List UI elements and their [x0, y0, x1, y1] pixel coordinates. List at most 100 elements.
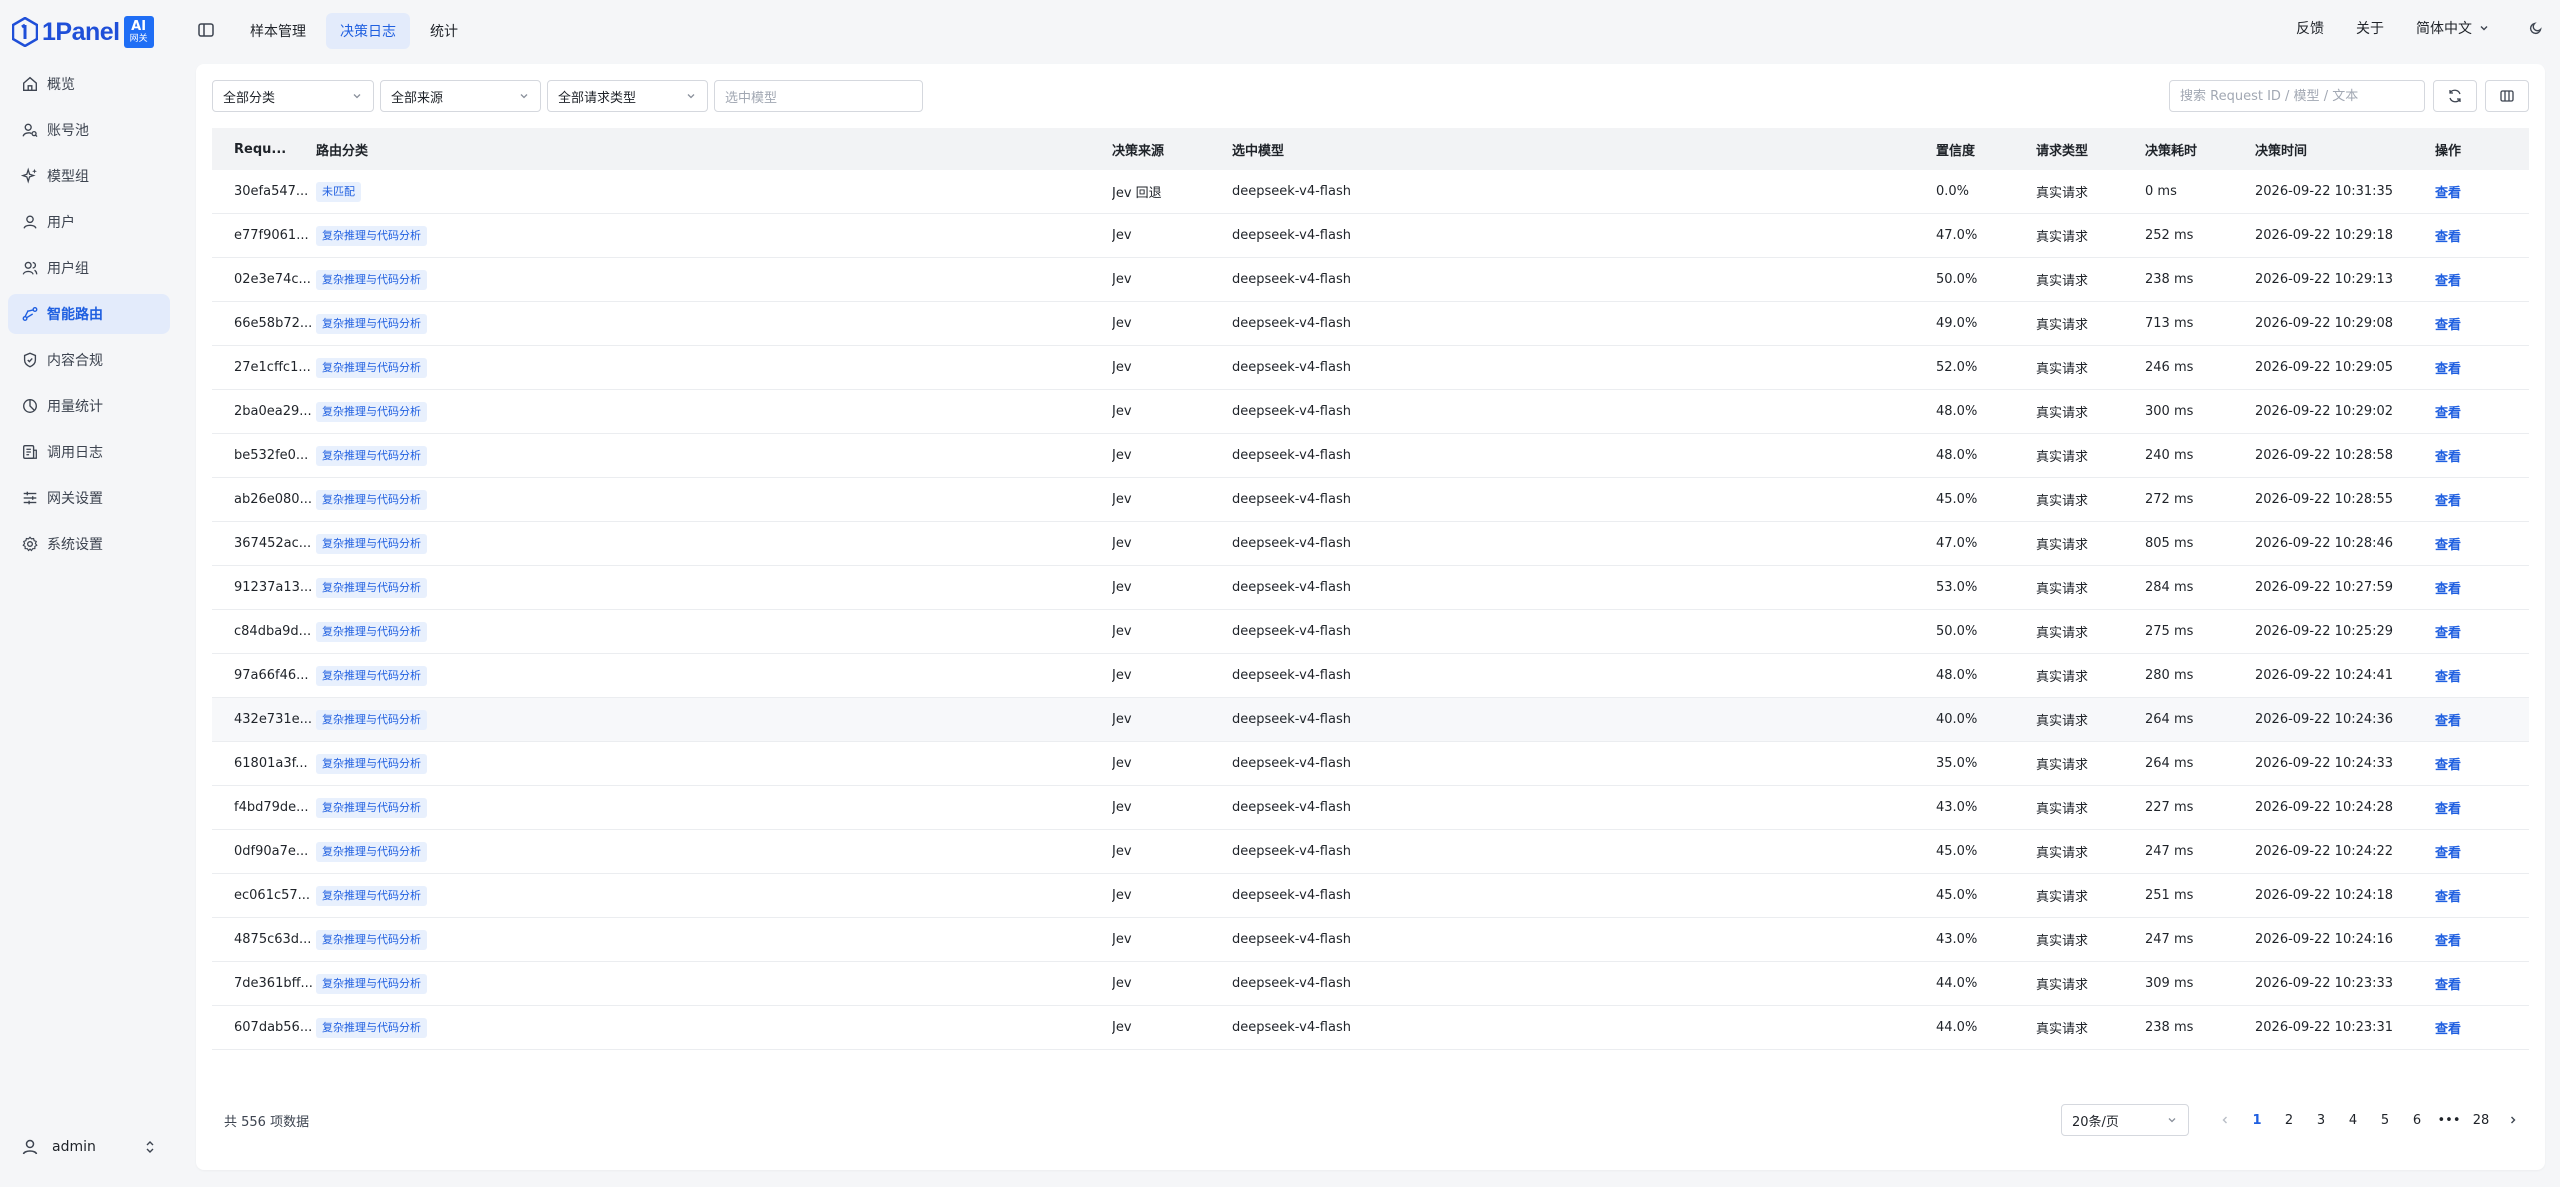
sliders-icon — [21, 489, 39, 507]
feedback-link[interactable]: 反馈 — [2296, 18, 2324, 38]
view-link[interactable]: 查看 — [2435, 758, 2461, 773]
request-type-filter[interactable]: 全部请求类型 — [547, 80, 708, 112]
sidebar-item[interactable]: 用量统计 — [8, 386, 170, 426]
table-row[interactable]: 432e731e... 复杂推理与代码分析 Jev deepseek-v4-flash… — [212, 698, 2529, 742]
view-link[interactable]: 查看 — [2435, 670, 2461, 685]
table-row[interactable]: e77f9061... 复杂推理与代码分析 Jev deepseek-v4-flash… — [212, 214, 2529, 258]
view-link[interactable]: 查看 — [2435, 714, 2461, 729]
view-link[interactable]: 查看 — [2435, 626, 2461, 641]
duration-cell-text: 805 ms — [2145, 536, 2194, 551]
table-row[interactable]: 97a66f46... 复杂推理与代码分析 Jev deepseek-v4-flash… — [212, 654, 2529, 698]
request-type-cell-text: 真实请求 — [2036, 450, 2089, 465]
header-tab[interactable]: 统计 — [416, 13, 472, 49]
view-link[interactable]: 查看 — [2435, 846, 2461, 861]
view-link[interactable]: 查看 — [2435, 494, 2461, 509]
category-cell: 复杂推理与代码分析 — [316, 401, 1112, 422]
view-link[interactable]: 查看 — [2435, 1022, 2461, 1037]
request-type-cell: 真实请求 — [2036, 358, 2145, 377]
about-link[interactable]: 关于 — [2356, 18, 2384, 38]
theme-toggle[interactable] — [2522, 20, 2544, 36]
table-row[interactable]: 27e1cffc1... 复杂推理与代码分析 Jev deepseek-v4-flas… — [212, 346, 2529, 390]
sidebar-toggle-icon[interactable] — [196, 20, 216, 40]
table-row[interactable]: 2ba0ea29... 复杂推理与代码分析 Jev deepseek-v4-flash… — [212, 390, 2529, 434]
request-id-cell: f4bd79de... — [212, 800, 316, 815]
sidebar-item[interactable]: 用户组 — [8, 248, 170, 288]
table-row[interactable]: 7de361bff... 复杂推理与代码分析 Jev deepseek-v4-flas… — [212, 962, 2529, 1006]
settings-icon — [21, 535, 39, 553]
table-row[interactable]: 0df90a7e... 复杂推理与代码分析 Jev deepseek-v4-flash… — [212, 830, 2529, 874]
col-category: 路由分类 — [316, 143, 369, 159]
source-cell: Jev — [1112, 404, 1232, 419]
sidebar-item[interactable]: 模型组 — [8, 156, 170, 196]
category-filter[interactable]: 全部分类 — [212, 80, 374, 112]
user-menu[interactable]: admin — [8, 1127, 170, 1167]
sidebar-item[interactable]: 概览 — [8, 64, 170, 104]
page-button[interactable]: 5 — [2369, 1104, 2401, 1136]
model-cell: deepseek-v4-flash — [1232, 492, 1936, 507]
table-row[interactable]: 66e58b72... 复杂推理与代码分析 Jev deepseek-v4-flash… — [212, 302, 2529, 346]
page-size-select[interactable]: 20条/页 — [2061, 1104, 2189, 1136]
page-button[interactable]: 28 — [2465, 1104, 2497, 1136]
page-button[interactable]: 3 — [2305, 1104, 2337, 1136]
table-row[interactable]: f4bd79de... 复杂推理与代码分析 Jev deepseek-v4-flash… — [212, 786, 2529, 830]
sidebar-item[interactable]: 网关设置 — [8, 478, 170, 518]
time-cell-text: 2026-09-22 10:24:36 — [2255, 712, 2394, 727]
table-row[interactable]: ab26e080... 复杂推理与代码分析 Jev deepseek-v4-flash… — [212, 478, 2529, 522]
sidebar-item[interactable]: 账号池 — [8, 110, 170, 150]
app-logo[interactable]: 1Panel AI 网关 — [12, 12, 154, 52]
header-tab[interactable]: 决策日志 — [326, 13, 410, 49]
source-cell-text: Jev — [1112, 580, 1132, 595]
model-cell: deepseek-v4-flash — [1232, 844, 1936, 859]
sidebar-item-label: 系统设置 — [47, 537, 103, 553]
table-row[interactable]: 30efa547... 未匹配 Jev 回退 deepseek-v4-flash 0.0… — [212, 170, 2529, 214]
view-link[interactable]: 查看 — [2435, 934, 2461, 949]
table-row[interactable]: ec061c57... 复杂推理与代码分析 Jev deepseek-v4-flash… — [212, 874, 2529, 918]
page-button[interactable]: 1 — [2241, 1104, 2273, 1136]
refresh-button[interactable] — [2433, 80, 2477, 112]
sidebar-item[interactable]: 用户 — [8, 202, 170, 242]
sidebar-item[interactable]: 系统设置 — [8, 524, 170, 564]
next-page-button[interactable] — [2497, 1104, 2529, 1136]
source-cell: Jev — [1112, 580, 1232, 595]
view-link[interactable]: 查看 — [2435, 274, 2461, 289]
sidebar-item[interactable]: 内容合规 — [8, 340, 170, 380]
view-link[interactable]: 查看 — [2435, 978, 2461, 993]
view-link[interactable]: 查看 — [2435, 802, 2461, 817]
sidebar-item[interactable]: 调用日志 — [8, 432, 170, 472]
language-selector[interactable]: 简体中文 — [2416, 18, 2490, 38]
category-cell: 复杂推理与代码分析 — [316, 665, 1112, 686]
page-button[interactable]: 2 — [2273, 1104, 2305, 1136]
table-row[interactable]: 607dab56... 复杂推理与代码分析 Jev deepseek-v4-flash… — [212, 1006, 2529, 1050]
view-link[interactable]: 查看 — [2435, 450, 2461, 465]
source-cell-text: Jev — [1112, 800, 1132, 815]
category-tag: 复杂推理与代码分析 — [316, 621, 427, 642]
table-row[interactable]: 61801a3f... 复杂推理与代码分析 Jev deepseek-v4-flash… — [212, 742, 2529, 786]
source-filter[interactable]: 全部来源 — [380, 80, 541, 112]
columns-button[interactable] — [2485, 80, 2529, 112]
page-button[interactable]: 6 — [2401, 1104, 2433, 1136]
table-row[interactable]: 02e3e74c... 复杂推理与代码分析 Jev deepseek-v4-flash… — [212, 258, 2529, 302]
col-request-id[interactable]: Requ... — [212, 142, 316, 157]
search-input[interactable] — [2169, 80, 2425, 112]
table-row[interactable]: 367452ac... 复杂推理与代码分析 Jev deepseek-v4-flash… — [212, 522, 2529, 566]
duration-cell-text: 0 ms — [2145, 184, 2177, 199]
time-cell: 2026-09-22 10:31:35 — [2255, 184, 2435, 199]
model-filter[interactable]: 选中模型 — [714, 80, 923, 112]
view-link[interactable]: 查看 — [2435, 582, 2461, 597]
page-button[interactable]: 4 — [2337, 1104, 2369, 1136]
view-link[interactable]: 查看 — [2435, 230, 2461, 245]
prev-page-button[interactable] — [2209, 1104, 2241, 1136]
view-link[interactable]: 查看 — [2435, 362, 2461, 377]
view-link[interactable]: 查看 — [2435, 186, 2461, 201]
table-row[interactable]: 91237a13... 复杂推理与代码分析 Jev deepseek-v4-flash… — [212, 566, 2529, 610]
view-link[interactable]: 查看 — [2435, 890, 2461, 905]
table-row[interactable]: be532fe0... 复杂推理与代码分析 Jev deepseek-v4-flash… — [212, 434, 2529, 478]
view-link[interactable]: 查看 — [2435, 318, 2461, 333]
sidebar-item[interactable]: 智能路由 — [8, 294, 170, 334]
page-ellipsis[interactable]: ••• — [2433, 1104, 2465, 1136]
header-tab[interactable]: 样本管理 — [236, 13, 320, 49]
view-link[interactable]: 查看 — [2435, 406, 2461, 421]
view-link[interactable]: 查看 — [2435, 538, 2461, 553]
table-row[interactable]: c84dba9d... 复杂推理与代码分析 Jev deepseek-v4-flash… — [212, 610, 2529, 654]
table-row[interactable]: 4875c63d... 复杂推理与代码分析 Jev deepseek-v4-flash… — [212, 918, 2529, 962]
